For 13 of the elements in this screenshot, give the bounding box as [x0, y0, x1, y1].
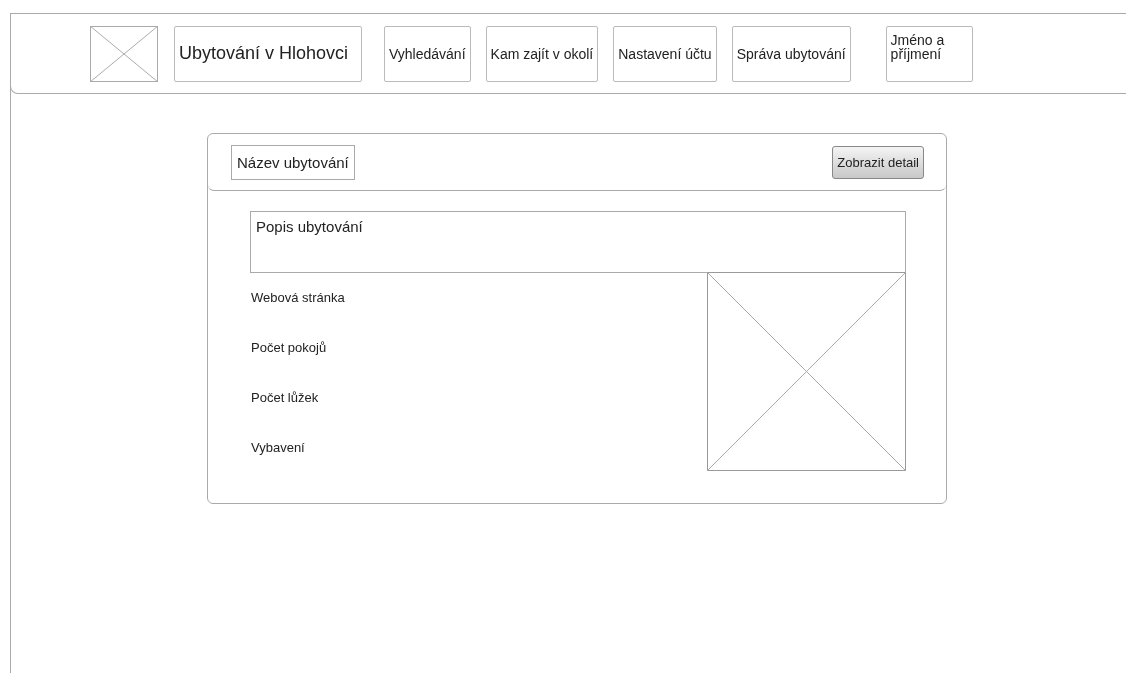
- nav-link[interactable]: Nastavení účtu: [613, 25, 717, 82]
- field-label: Počet pokojů: [250, 339, 328, 356]
- nav-link[interactable]: Vyhledávání: [384, 25, 471, 82]
- nav-link[interactable]: Kam zajít v okolí: [485, 25, 599, 82]
- field-label: Webová stránka: [250, 289, 345, 306]
- nav-link[interactable]: Správa ubytování: [731, 25, 851, 82]
- name-field: Název ubytování: [231, 144, 355, 180]
- detail-button[interactable]: Zobrazit detail: [832, 145, 924, 179]
- field-label: Počet lůžek: [250, 389, 320, 406]
- field-label: Vybavení: [250, 439, 306, 456]
- image-placeholder-icon: [90, 25, 158, 82]
- user-name[interactable]: Jméno a příjmení: [885, 25, 973, 82]
- site-title[interactable]: Ubytování v Hlohovci: [174, 25, 362, 82]
